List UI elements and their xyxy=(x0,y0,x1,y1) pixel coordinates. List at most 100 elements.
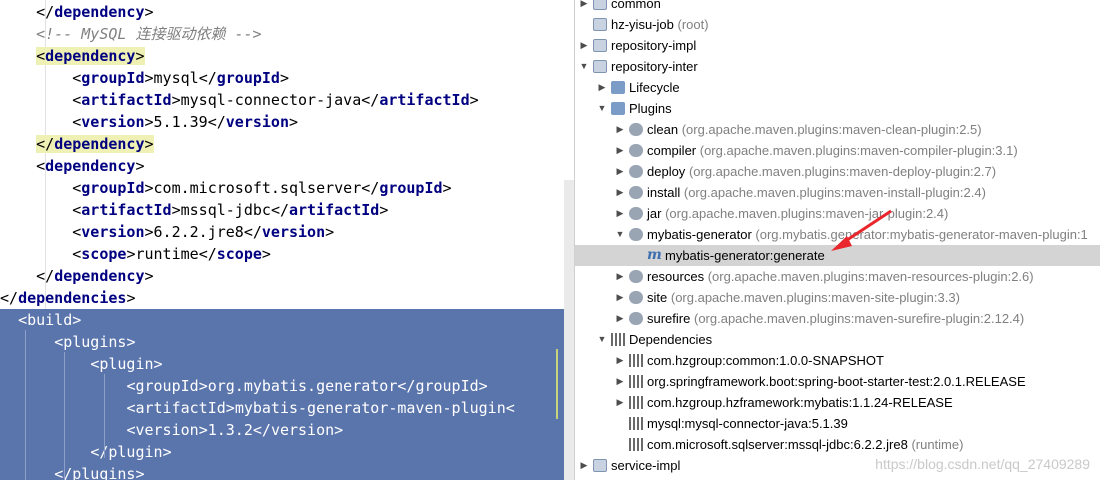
tag-bracket: > xyxy=(144,69,154,87)
xml-tag: </groupId> xyxy=(361,179,451,197)
tag-name: groupId xyxy=(216,69,280,87)
code-line[interactable]: </plugins> xyxy=(0,463,574,480)
xml-tag: <artifactId> xyxy=(72,91,180,109)
code-line[interactable]: <artifactId>mysql-connector-java</artifa… xyxy=(0,89,574,111)
code-line[interactable]: </dependency> xyxy=(0,265,574,287)
tag-name: version xyxy=(261,223,326,241)
tag-bracket: > xyxy=(135,157,145,175)
xml-tag: </plugins> xyxy=(54,465,144,480)
tag-bracket: < xyxy=(36,157,46,175)
tag-bracket: > xyxy=(126,289,136,307)
indent-guide xyxy=(104,374,105,458)
annotation-arrow-icon xyxy=(831,209,892,251)
code-line[interactable]: <version>5.1.39</version> xyxy=(0,111,574,133)
tag-name: version xyxy=(135,421,199,439)
xml-tag: <dependency> xyxy=(36,157,144,175)
tag-bracket: < xyxy=(36,47,46,65)
tag-name: build xyxy=(27,311,73,329)
xml-tag: </version> xyxy=(253,421,343,439)
tag-bracket: > xyxy=(279,69,289,87)
tag-name: dependency xyxy=(54,3,145,21)
code-line[interactable]: <groupId>com.microsoft.sqlserver</groupI… xyxy=(0,177,574,199)
tag-bracket: < xyxy=(72,245,82,263)
tag-bracket: > xyxy=(469,91,479,109)
code-line[interactable]: <scope>runtime</scope> xyxy=(0,243,574,265)
tag-name: plugins xyxy=(72,465,136,480)
tag-bracket: > xyxy=(261,245,271,263)
element-value: mybatis-generator-maven-plugin xyxy=(234,399,506,417)
tag-name: plugin xyxy=(108,443,163,461)
tag-bracket: > xyxy=(144,179,154,197)
xml-tag: <version> xyxy=(126,421,207,439)
tag-name: version xyxy=(225,113,289,131)
element-value: 5.1.39 xyxy=(153,113,208,131)
tag-bracket: > xyxy=(135,47,145,65)
maven-tool-window[interactable]: ▶ common hz-yisu-job (root) ▶ repository-imp… xyxy=(574,0,1100,480)
element-value: org.mybatis.generator xyxy=(207,377,398,395)
element-value: 1.3.2 xyxy=(207,421,253,439)
xml-tag: <groupId> xyxy=(72,179,153,197)
xml-tag: </artifactId> xyxy=(271,201,388,219)
code-editor[interactable]: </dependency> <!-- MySQL 连接驱动依赖 --> <dep… xyxy=(0,0,574,480)
code-line[interactable]: <dependency> xyxy=(0,155,574,177)
tag-bracket: < xyxy=(505,399,515,417)
tag-bracket: > xyxy=(171,201,181,219)
tag-name: groupId xyxy=(379,179,443,197)
code-line[interactable]: </dependencies> xyxy=(0,287,574,309)
tag-bracket: > xyxy=(325,223,335,241)
tag-name: dependency xyxy=(54,135,145,153)
tag-bracket: > xyxy=(225,399,235,417)
code-line[interactable]: <version>6.2.2.jre8</version> xyxy=(0,221,574,243)
tag-name: artifactId xyxy=(81,201,172,219)
xml-tag: </dependency> xyxy=(36,267,153,285)
xml-comment: <!-- MySQL 连接驱动依赖 --> xyxy=(36,25,262,43)
xml-tag: <version> xyxy=(72,113,153,131)
tag-name: scope xyxy=(216,245,262,263)
xml-tag: </version> xyxy=(208,113,298,131)
tag-bracket: </ xyxy=(270,201,289,219)
tag-bracket: < xyxy=(72,113,82,131)
tag-name: artifactId xyxy=(81,91,172,109)
xml-tag: <groupId> xyxy=(72,69,153,87)
xml-tag: </dependencies> xyxy=(0,289,135,307)
tag-name: groupId xyxy=(81,179,145,197)
code-line[interactable]: </dependency> xyxy=(0,133,574,155)
code-line[interactable]: <dependency> xyxy=(0,45,574,67)
tag-name: plugins xyxy=(63,333,127,351)
tag-bracket: </ xyxy=(198,69,217,87)
code-line[interactable]: <!-- MySQL 连接驱动依赖 --> xyxy=(0,23,574,45)
tag-bracket: < xyxy=(90,355,100,373)
tag-bracket: > xyxy=(198,421,208,439)
tag-bracket: </ xyxy=(397,377,416,395)
code-line[interactable]: <plugins> xyxy=(0,331,574,353)
xml-tag: <dependency> xyxy=(36,47,145,65)
element-value: 6.2.2.jre8 xyxy=(153,223,244,241)
watermark: https://blog.csdn.net/qq_27409289 xyxy=(875,456,1090,472)
tag-bracket: </ xyxy=(36,135,55,153)
code-line[interactable]: <groupId>org.mybatis.generator</groupId> xyxy=(0,375,574,397)
tag-name: groupId xyxy=(81,69,145,87)
editor-scrollbar[interactable] xyxy=(564,180,574,480)
code-line[interactable]: </dependency> xyxy=(0,1,574,23)
xml-tag: <scope> xyxy=(72,245,135,263)
tag-name: dependency xyxy=(54,267,145,285)
xml-tag: <artifactId> xyxy=(72,201,180,219)
code-line[interactable]: <build> xyxy=(0,309,574,331)
code-line[interactable]: </plugin> xyxy=(0,441,574,463)
tag-bracket: > xyxy=(289,113,299,131)
tag-bracket: > xyxy=(135,465,145,480)
code-line[interactable]: <version>1.3.2</version> xyxy=(0,419,574,441)
tag-bracket: < xyxy=(18,311,28,329)
element-value: mssql-jdbc xyxy=(180,201,271,219)
tag-bracket: > xyxy=(442,179,452,197)
element-value: com.microsoft.sqlserver xyxy=(153,179,362,197)
tag-name: scope xyxy=(81,245,127,263)
xml-tag: </groupId> xyxy=(199,69,289,87)
code-line[interactable]: <plugin> xyxy=(0,353,574,375)
code-line[interactable]: <artifactId>mybatis-generator-maven-plug… xyxy=(0,397,574,419)
code-line[interactable]: <groupId>mysql</groupId> xyxy=(0,67,574,89)
tag-name: plugin xyxy=(99,355,154,373)
code-line[interactable]: <artifactId>mssql-jdbc</artifactId> xyxy=(0,199,574,221)
tag-bracket: </ xyxy=(0,289,19,307)
tag-bracket: > xyxy=(198,377,208,395)
